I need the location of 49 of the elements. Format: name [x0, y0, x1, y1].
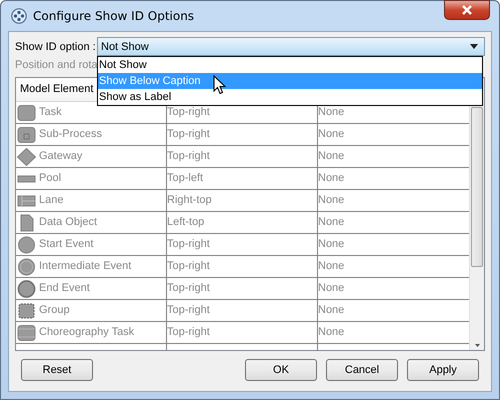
table-cell: Top-right — [167, 278, 318, 299]
table-cell-text: End Event — [39, 281, 90, 296]
table-cell-text: Start Event — [39, 237, 94, 252]
table-cell-text: Task — [39, 105, 62, 120]
table-cell-text: Pool — [39, 171, 62, 186]
table-cell: Top-right — [167, 146, 318, 167]
table-cell-text: None — [318, 259, 346, 274]
table-cell: Left-top — [167, 212, 318, 233]
dropdown-option[interactable]: Not Show — [98, 57, 482, 73]
table-cell-text: None — [318, 303, 346, 318]
table-cell-text: None — [318, 237, 346, 252]
caret-icon — [470, 44, 478, 49]
table-cell-text: None — [318, 149, 346, 164]
dropdown-option[interactable]: Show as Label — [98, 89, 482, 105]
table-cell-text: None — [318, 325, 346, 340]
app-icon — [11, 8, 27, 24]
table-cell-text: None — [318, 215, 346, 230]
mouse-cursor-icon — [213, 75, 227, 95]
reset-button[interactable]: Reset — [21, 359, 93, 381]
table-cell-text: None — [318, 127, 346, 142]
close-icon — [461, 5, 473, 15]
show-id-option-dropdown[interactable]: Not Show — [97, 37, 485, 56]
table-cell: Top-right — [167, 322, 318, 343]
table-cell: Top-right — [167, 102, 318, 123]
table-cell-text: Data Object — [39, 215, 98, 230]
dialog-button[interactable]: Cancel — [326, 359, 398, 381]
table-cell: Top-left — [167, 168, 318, 189]
table-cell-text: None — [318, 171, 346, 186]
table-cell-text: Lane — [39, 193, 64, 208]
table-cell: Top-right — [167, 234, 318, 255]
table-cell-text: Intermediate Event — [39, 259, 132, 274]
dialog-button[interactable]: OK — [245, 359, 317, 381]
window-title: Configure Show ID Options — [33, 9, 194, 23]
table-cell-text: Choreography Task — [39, 325, 134, 340]
show-id-option-label: Show ID option : — [15, 40, 97, 52]
table-cell: Top-right — [167, 256, 318, 277]
position-label: Position and rota — [15, 58, 98, 73]
table-cell-text: None — [318, 281, 346, 296]
table-cell-text: None — [318, 193, 346, 208]
table-cell: Top-right — [167, 124, 318, 145]
close-button[interactable] — [444, 0, 490, 20]
table-cell-text: Group — [39, 303, 70, 318]
dialog-button[interactable]: Apply — [407, 359, 479, 381]
table-cell: Top-right — [167, 300, 318, 321]
table-cell: Right-top — [167, 190, 318, 211]
table-cell-text: Gateway — [39, 149, 82, 164]
group-icon — [17, 302, 37, 320]
table-cell-text: Sub-Process — [39, 127, 102, 142]
table-cell-text: None — [318, 105, 346, 120]
